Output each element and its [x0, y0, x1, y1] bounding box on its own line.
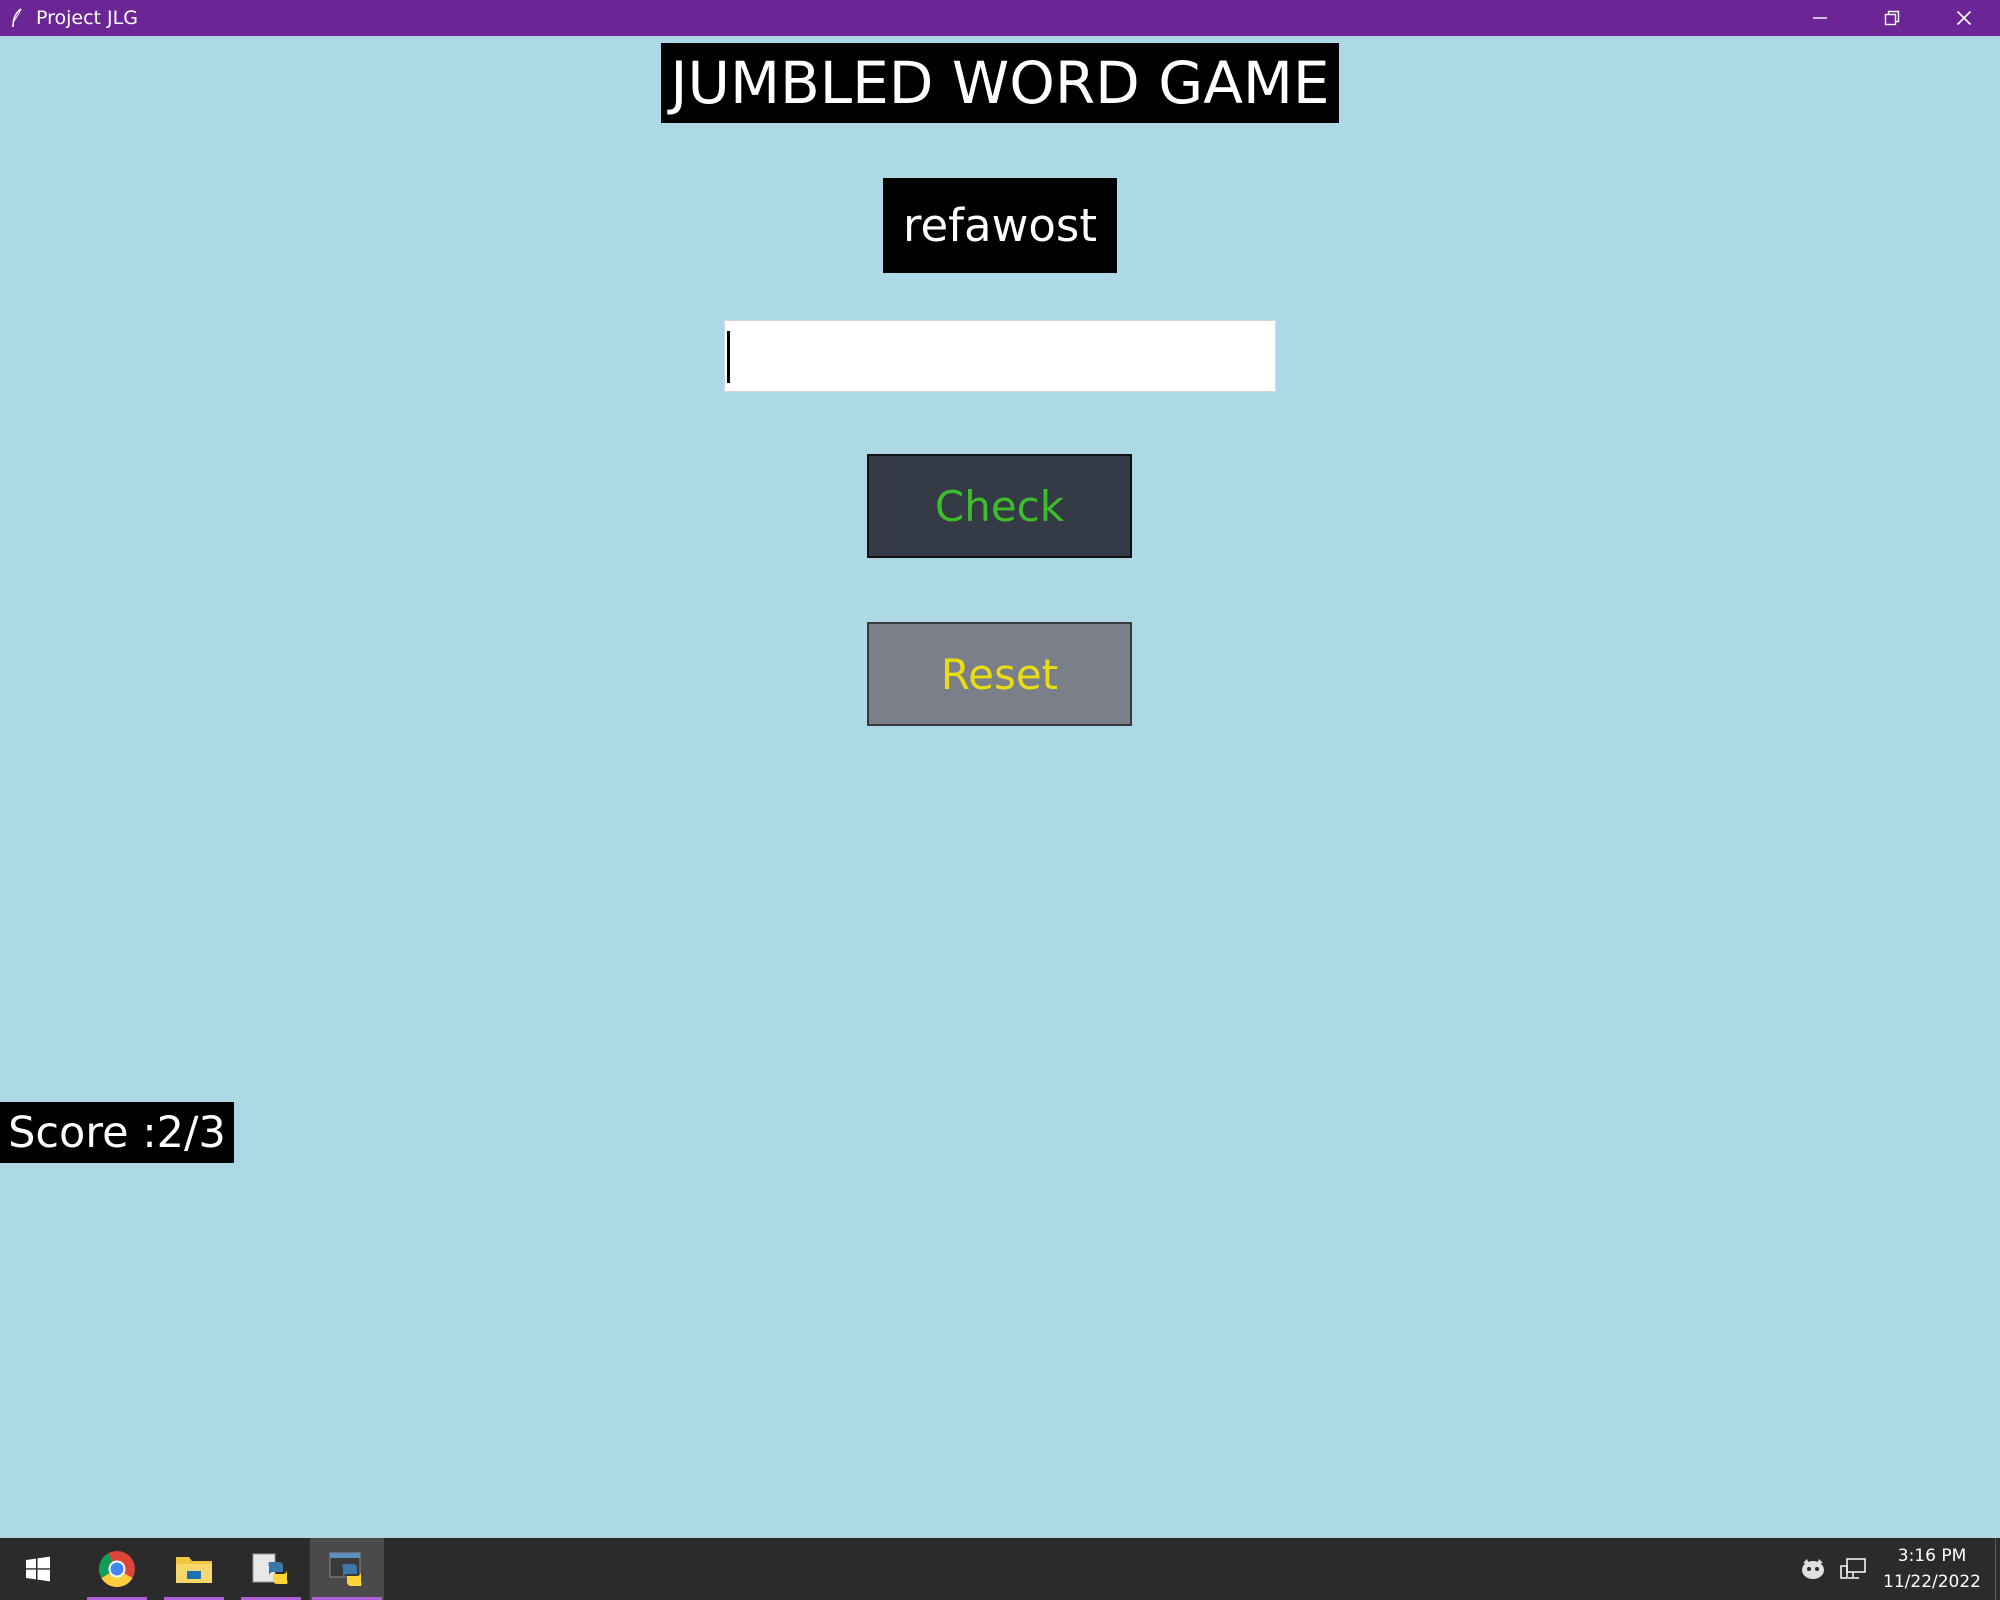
system-tray: 3:16 PM 11/22/2022	[1793, 1538, 2000, 1600]
game-heading: JUMBLED WORD GAME	[661, 43, 1339, 123]
taskbar-file-explorer[interactable]	[162, 1538, 226, 1600]
taskbar-clock[interactable]: 3:16 PM 11/22/2022	[1883, 1543, 1981, 1595]
file-explorer-icon	[176, 1557, 212, 1583]
close-button[interactable]	[1928, 0, 2000, 36]
network-icon	[1840, 1558, 1866, 1579]
game-area: JUMBLED WORD GAME refawost Check Reset S…	[0, 36, 2000, 1538]
tray-security[interactable]	[1799, 1555, 1827, 1583]
window-title: Project JLG	[36, 7, 138, 29]
taskbar: 3:16 PM 11/22/2022	[0, 1538, 2000, 1600]
check-button[interactable]: Check	[867, 454, 1132, 558]
taskbar-chrome[interactable]	[85, 1538, 149, 1600]
window-controls	[1784, 0, 2000, 36]
restore-icon	[1884, 10, 1900, 26]
taskbar-python-app[interactable]	[310, 1538, 384, 1600]
title-bar[interactable]: Project JLG	[0, 0, 2000, 36]
security-icon	[1802, 1559, 1825, 1579]
minimize-icon	[1813, 17, 1827, 19]
taskbar-python-idle[interactable]	[239, 1538, 303, 1600]
jumbled-word-label: refawost	[883, 178, 1117, 273]
app-window: Project JLG JUMBLED WORD GAME refawost C…	[0, 0, 2000, 1600]
tray-network[interactable]	[1839, 1555, 1867, 1583]
show-desktop-button[interactable]	[1995, 1538, 2000, 1600]
start-icon	[26, 1556, 50, 1582]
minimize-button[interactable]	[1784, 0, 1856, 36]
restore-button[interactable]	[1856, 0, 1928, 36]
start-button[interactable]	[6, 1538, 70, 1600]
score-label: Score :2/3	[0, 1102, 234, 1163]
close-icon	[1956, 10, 1972, 26]
clock-time: 3:16 PM	[1897, 1546, 1967, 1566]
text-caret	[727, 331, 730, 383]
reset-button[interactable]: Reset	[867, 622, 1132, 726]
clock-date: 11/22/2022	[1883, 1572, 1981, 1592]
chrome-icon	[98, 1551, 135, 1587]
answer-input[interactable]	[724, 320, 1276, 392]
python-app-icon	[329, 1552, 362, 1586]
feather-icon	[10, 8, 24, 28]
python-idle-icon	[252, 1553, 288, 1584]
